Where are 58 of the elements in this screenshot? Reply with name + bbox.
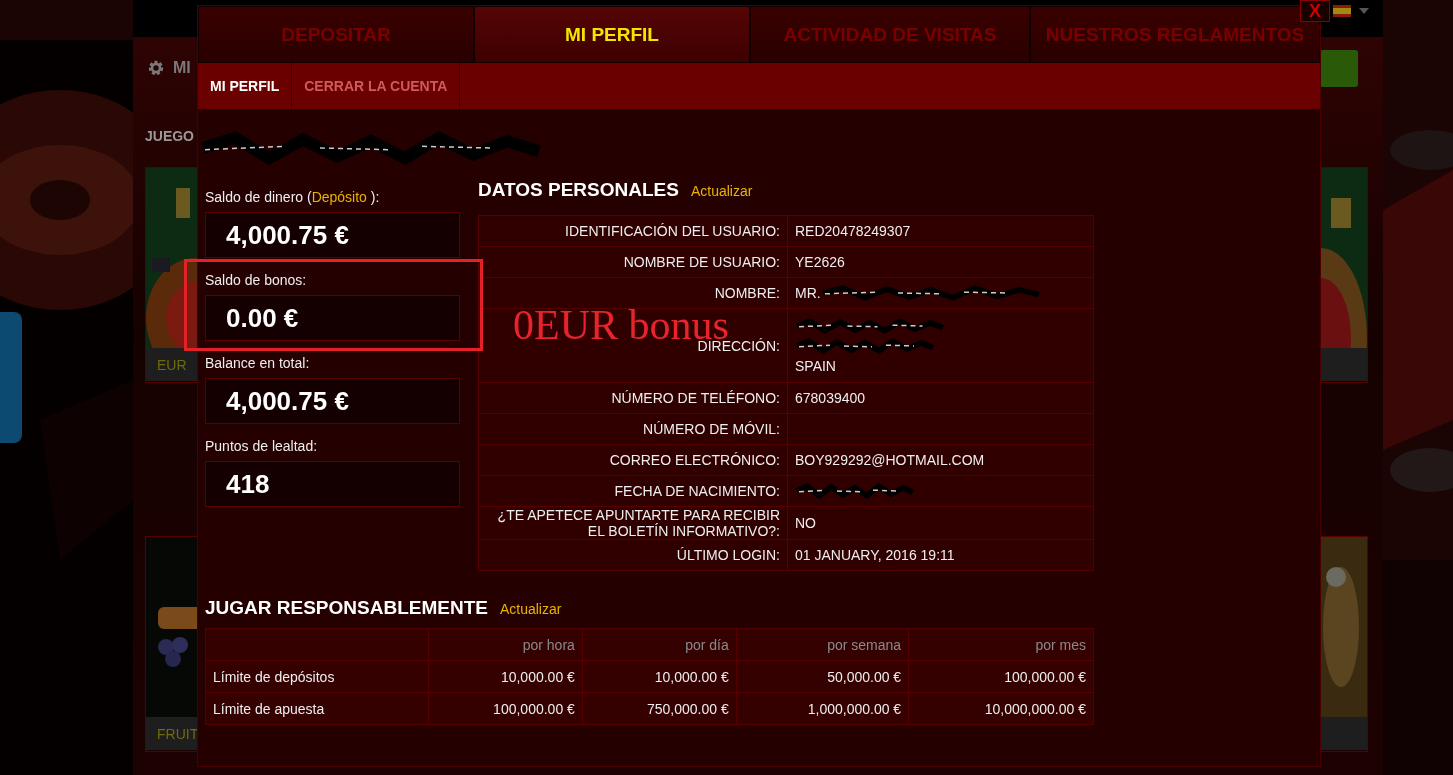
table-cell: 100,000.00 € — [908, 660, 1094, 693]
flag-icon[interactable] — [1333, 5, 1351, 17]
game-tile[interactable] — [1320, 167, 1368, 383]
caret-icon[interactable] — [1359, 8, 1369, 14]
field-value: 678039400 — [787, 382, 1094, 414]
settings-icon[interactable] — [147, 59, 165, 77]
column-header: por semana — [736, 628, 909, 661]
table-cell: 10,000,000.00 € — [908, 692, 1094, 725]
column-header: por hora — [428, 628, 583, 661]
balance-value: 4,000.75 € — [205, 212, 460, 258]
panel-title: MI — [173, 59, 191, 77]
row-label: Límite de depósitos — [205, 660, 429, 693]
field-label: CORREO ELECTRÓNICO: — [478, 444, 788, 476]
balance-value: 0.00 € — [205, 295, 460, 341]
section-heading: DATOS PERSONALES — [478, 179, 679, 201]
table-cell: 10,000.00 € — [428, 660, 583, 693]
deposit-link[interactable]: Depósito — [311, 189, 367, 205]
section-title: JUEGO — [145, 127, 194, 145]
table-cell: 10,000.00 € — [582, 660, 737, 693]
sub-tab[interactable]: CERRAR LA CUENTA — [292, 63, 461, 109]
row-label: Límite de apuesta — [205, 692, 429, 725]
table-cell: 50,000.00 € — [736, 660, 909, 693]
field-label: IDENTIFICACIÓN DEL USUARIO: — [478, 215, 788, 247]
close-button[interactable]: X — [1300, 0, 1330, 22]
balance-value: 418 — [205, 461, 460, 507]
field-label: FECHA DE NACIMIENTO: — [478, 475, 788, 507]
field-value-text: MR. — [795, 285, 821, 301]
field-label: NOMBRE DE USUARIO: — [478, 246, 788, 278]
field-label: ¿TE APETECE APUNTARTE PARA RECIBIR EL BOLETÍN INFORMATIVO?: — [478, 506, 788, 540]
table-cell: 1,000,000.00 € — [736, 692, 909, 725]
tab[interactable]: MI PERFIL — [474, 6, 750, 63]
field-value: RED20478249307 — [787, 215, 1094, 247]
caption-bar — [1321, 717, 1367, 750]
play-button[interactable] — [1320, 49, 1358, 87]
column-header: por mes — [908, 628, 1094, 661]
balance-label: Saldo de dinero (Depósito ): — [205, 189, 381, 205]
table-cell: 750,000.00 € — [582, 692, 737, 725]
field-label: NÚMERO DE TELÉFONO: — [478, 382, 788, 414]
section-heading: JUGAR RESPONSABLEMENTE — [205, 597, 488, 619]
caption-bar — [1321, 348, 1367, 381]
balance-label: Saldo de bonos: — [205, 272, 308, 288]
field-value: BOY929292@HOTMAIL.COM — [787, 444, 1094, 476]
balance-label: Balance en total: — [205, 355, 311, 371]
game-tile[interactable] — [1320, 536, 1368, 752]
balance-label: Puntos de lealtad: — [205, 438, 319, 454]
field-value: 01 JANUARY, 2016 19:11 — [787, 539, 1094, 571]
update-link[interactable]: Actualizar — [499, 601, 562, 617]
field-label: NÚMERO DE MÓVIL: — [478, 413, 788, 445]
table-cell: 100,000.00 € — [428, 692, 583, 725]
field-value: NO — [787, 506, 1094, 540]
field-label: ÚLTIMO LOGIN: — [478, 539, 788, 571]
sub-tab[interactable]: MI PERFIL — [198, 63, 293, 109]
field-value: YE2626 — [787, 246, 1094, 278]
field-label: NOMBRE: — [478, 277, 788, 309]
update-link[interactable]: Actualizar — [690, 183, 753, 199]
field-value-text: SPAIN — [795, 357, 836, 374]
column-header: por día — [582, 628, 737, 661]
balance-value: 4,000.75 € — [205, 378, 460, 424]
